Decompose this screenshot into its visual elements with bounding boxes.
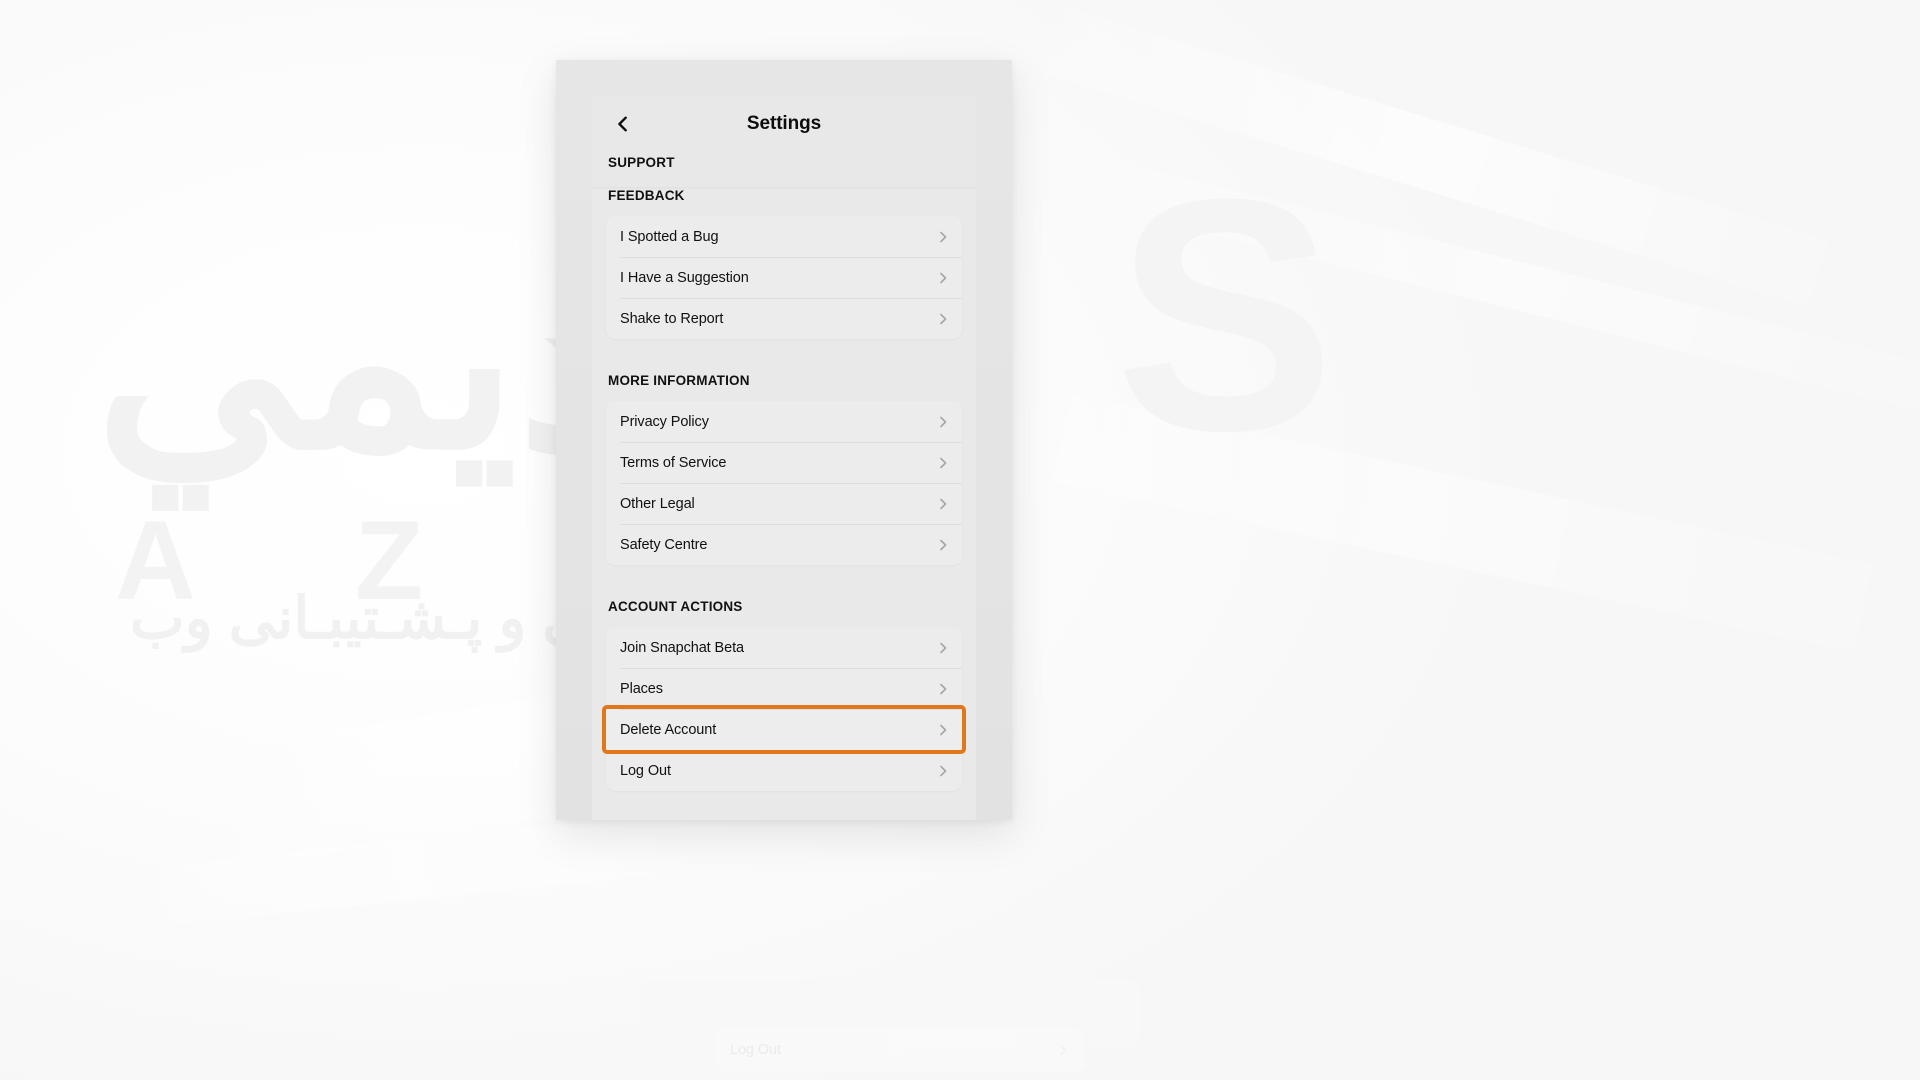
row-label: Log Out (620, 762, 671, 779)
ghost-row-log-out: Log Out (716, 1028, 1084, 1072)
settings-row-i-have-a-suggestion[interactable]: I Have a Suggestion (606, 257, 962, 298)
chevron-right-icon (936, 271, 950, 285)
settings-row-terms-of-service[interactable]: Terms of Service (606, 442, 962, 483)
row-label: I Spotted a Bug (620, 228, 719, 245)
settings-card-more-information: Privacy Policy Terms of Service Other Le… (606, 401, 962, 565)
section-heading-more-information: MORE INFORMATION (608, 373, 750, 388)
app-header: Settings SUPPORT (592, 96, 976, 187)
header-bar: Settings (592, 96, 976, 152)
chevron-right-icon (936, 538, 950, 552)
chevron-right-icon (936, 682, 950, 696)
background-streak (58, 803, 762, 937)
app-screen: FEEDBACK I Spotted a Bug I Have a Sugges… (592, 96, 976, 820)
settings-row-safety-centre[interactable]: Safety Centre (606, 524, 962, 565)
chevron-right-icon (936, 497, 950, 511)
background-streak (902, 361, 1920, 669)
settings-card-account-actions: Join Snapchat Beta Places Delete Account… (602, 627, 966, 791)
watermark-logo-mark: S (1115, 130, 1346, 499)
row-label: Terms of Service (620, 454, 727, 471)
row-label: Safety Centre (620, 536, 708, 553)
settings-row-privacy-policy[interactable]: Privacy Policy (606, 401, 962, 442)
chevron-left-icon (614, 115, 632, 133)
chevron-right-icon (1056, 1043, 1070, 1057)
chevron-right-icon (936, 723, 950, 737)
settings-scroll-area[interactable]: FEEDBACK I Spotted a Bug I Have a Sugges… (592, 96, 976, 791)
settings-row-log-out[interactable]: Log Out (606, 750, 962, 791)
row-label: Shake to Report (620, 310, 724, 327)
chevron-right-icon (936, 641, 950, 655)
row-label: Places (620, 680, 663, 697)
mobile-screenshot-panel: FEEDBACK I Spotted a Bug I Have a Sugges… (556, 60, 1012, 820)
row-label: Privacy Policy (620, 413, 709, 430)
settings-row-other-legal[interactable]: Other Legal (606, 483, 962, 524)
settings-row-i-spotted-a-bug[interactable]: I Spotted a Bug (606, 216, 962, 257)
back-button[interactable] (606, 107, 640, 141)
settings-row-places[interactable]: Places (606, 668, 962, 709)
section-heading-account-actions: ACCOUNT ACTIONS (608, 599, 743, 614)
page-title: Settings (746, 113, 822, 134)
section-heading-support: SUPPORT (608, 155, 675, 170)
chevron-right-icon (936, 415, 950, 429)
chevron-right-icon (936, 312, 950, 326)
row-label: Other Legal (620, 495, 695, 512)
chevron-right-icon (936, 456, 950, 470)
settings-row-shake-to-report[interactable]: Shake to Report (606, 298, 962, 339)
settings-row-delete-account[interactable]: Delete Account (602, 705, 966, 754)
chevron-right-icon (936, 230, 950, 244)
settings-card-feedback: I Spotted a Bug I Have a Suggestion Shak… (606, 216, 962, 339)
chevron-right-icon (936, 764, 950, 778)
row-label: I Have a Suggestion (620, 269, 749, 286)
settings-row-join-snapchat-beta[interactable]: Join Snapchat Beta (606, 627, 962, 668)
row-label: Delete Account (620, 721, 717, 738)
row-label: Join Snapchat Beta (620, 639, 744, 656)
ghost-row-label: Log Out (730, 1042, 781, 1058)
